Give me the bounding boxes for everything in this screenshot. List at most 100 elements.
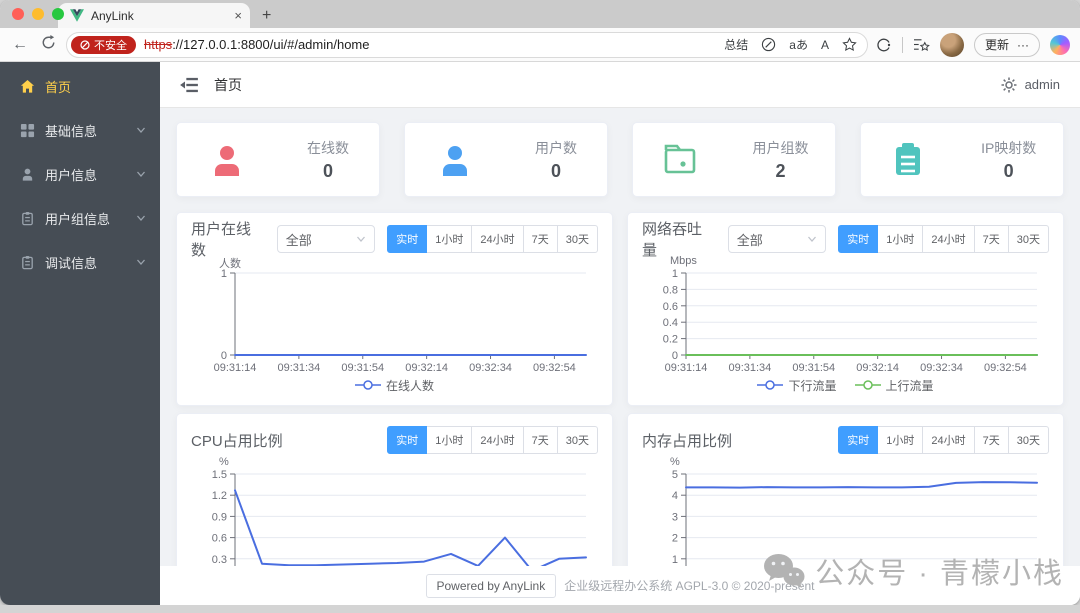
y-axis-unit: %	[219, 456, 229, 468]
time-range-group: 实时 1小时 24小时 7天 30天	[387, 225, 598, 253]
range-7d-button[interactable]: 7天	[522, 225, 558, 253]
chevron-down-icon	[137, 127, 145, 133]
sidebar-item-debug-info[interactable]: 调试信息	[0, 240, 160, 284]
network-throughput-chart: 1 0.8 0.6 0.4 0.2 009:31:14 09:31:34 09:31:54 09…	[663, 269, 1038, 374]
stat-label: IP映射数	[981, 139, 1037, 156]
range-7d-button[interactable]: 7天	[973, 426, 1009, 454]
zoom-window-button[interactable]	[52, 8, 64, 20]
stat-value: 0	[550, 160, 561, 181]
browser-essentials-icon[interactable]	[876, 37, 892, 53]
range-24h-button[interactable]: 24小时	[922, 225, 975, 253]
legend-item[interactable]: 下行流量	[757, 377, 837, 394]
stat-card-users: 用户数 0	[404, 122, 608, 197]
svg-text:09:32:54: 09:32:54	[984, 362, 1027, 374]
range-realtime-button[interactable]: 实时	[838, 225, 879, 253]
range-realtime-button[interactable]: 实时	[387, 426, 428, 454]
range-realtime-button[interactable]: 实时	[838, 426, 879, 454]
tab-title: AnyLink	[91, 8, 134, 23]
svg-text:1: 1	[221, 269, 227, 280]
summarize-button[interactable]: 总结	[724, 36, 748, 53]
svg-text:09:32:34: 09:32:34	[920, 362, 963, 374]
read-aloud-icon[interactable]: A	[821, 38, 829, 52]
close-tab-icon[interactable]: ×	[234, 8, 242, 23]
svg-text:0.6: 0.6	[212, 533, 227, 545]
main-area: 首页 admin 在线数 0 用户数 0 用户组数 2 IP映射数 0 用户在线…	[160, 62, 1080, 605]
range-24h-button[interactable]: 24小时	[471, 426, 524, 454]
sidebar-item-user-info[interactable]: 用户信息	[0, 152, 160, 196]
chevron-down-icon	[808, 236, 817, 242]
address-bar[interactable]: 不安全 https://127.0.0.1:8800/ui/#/admin/ho…	[66, 31, 868, 58]
range-30d-button[interactable]: 30天	[1007, 225, 1049, 253]
svg-text:1: 1	[672, 269, 678, 280]
browser-tab-anylink[interactable]: AnyLink ×	[58, 3, 250, 28]
refresh-icon[interactable]	[38, 34, 58, 55]
range-30d-button[interactable]: 30天	[556, 225, 598, 253]
favorites-bar-icon[interactable]	[913, 37, 930, 52]
range-30d-button[interactable]: 30天	[1007, 426, 1049, 454]
chevron-down-icon	[137, 215, 145, 221]
range-24h-button[interactable]: 24小时	[922, 426, 975, 454]
favorite-star-icon[interactable]	[842, 37, 857, 52]
more-menu-icon[interactable]: ···	[1017, 38, 1029, 52]
update-button[interactable]: 更新 ···	[973, 32, 1040, 57]
username[interactable]: admin	[1025, 77, 1060, 92]
y-axis-unit: Mbps	[670, 255, 697, 267]
chevron-down-icon	[137, 171, 145, 177]
security-badge[interactable]: 不安全	[71, 35, 136, 54]
grid-icon	[20, 123, 35, 137]
minimize-window-button[interactable]	[32, 8, 44, 20]
svg-text:09:32:14: 09:32:14	[405, 362, 448, 374]
copilot-icon[interactable]	[1050, 34, 1070, 55]
url-rest: ://127.0.0.1:8800/ui/#/admin/home	[172, 37, 370, 52]
svg-text:0.8: 0.8	[663, 284, 678, 296]
home-icon	[20, 79, 35, 93]
range-7d-button[interactable]: 7天	[973, 225, 1009, 253]
new-tab-button[interactable]: +	[262, 7, 271, 25]
svg-text:0: 0	[221, 350, 227, 362]
gear-icon[interactable]	[1001, 77, 1017, 93]
browser-window: AnyLink × + ← 不安全 https://127.0.0.1:8800…	[0, 0, 1080, 605]
sidebar-item-user-group-info[interactable]: 用户组信息	[0, 196, 160, 240]
toolbar-separator	[901, 36, 903, 53]
range-1h-button[interactable]: 1小时	[426, 225, 473, 253]
online-user-icon	[215, 145, 239, 176]
profile-avatar[interactable]	[939, 32, 964, 57]
legend-item[interactable]: 在线人数	[354, 377, 434, 394]
collapse-menu-icon[interactable]	[180, 77, 198, 93]
stat-label: 用户组数	[752, 139, 809, 156]
chevron-down-icon	[357, 236, 366, 242]
filter-select[interactable]: 全部	[276, 225, 376, 253]
filter-select[interactable]: 全部	[727, 225, 827, 253]
svg-text:3: 3	[672, 511, 678, 523]
clipboard-icon	[22, 255, 33, 269]
panel-title: 网络吞吐量	[642, 221, 703, 259]
range-7d-button[interactable]: 7天	[522, 426, 558, 454]
close-window-button[interactable]	[12, 8, 24, 20]
svg-text:1.5: 1.5	[212, 470, 227, 481]
y-axis-unit: %	[670, 456, 680, 468]
sidebar-item-basic-info[interactable]: 基础信息	[0, 108, 160, 152]
svg-text:09:31:34: 09:31:34	[728, 362, 771, 374]
sidebar-item-home[interactable]: 首页	[0, 64, 160, 108]
range-1h-button[interactable]: 1小时	[877, 225, 924, 253]
online-users-chart: 1 009:31:14 09:31:34 09:31:54 09:32:14 09:32:…	[214, 269, 587, 374]
svg-text:4: 4	[672, 490, 678, 502]
stat-value: 0	[322, 160, 333, 181]
range-24h-button[interactable]: 24小时	[471, 225, 524, 253]
watermark: 公众号 · 青檬小栈	[763, 550, 1064, 592]
panel-title: 内存占用比例	[642, 432, 733, 450]
svg-text:09:32:34: 09:32:34	[469, 362, 512, 374]
range-1h-button[interactable]: 1小时	[426, 426, 473, 454]
url-scheme: https	[144, 37, 173, 52]
wechat-icon	[764, 554, 805, 588]
back-icon[interactable]: ←	[10, 36, 30, 54]
range-1h-button[interactable]: 1小时	[877, 426, 924, 454]
translate-icon[interactable]: aあ	[789, 36, 808, 53]
url-text[interactable]: https://127.0.0.1:8800/ui/#/admin/home	[144, 37, 716, 52]
range-30d-button[interactable]: 30天	[556, 426, 598, 454]
legend-item[interactable]: 上行流量	[854, 377, 934, 394]
summarize-pen-icon[interactable]	[761, 37, 776, 52]
range-realtime-button[interactable]: 实时	[387, 225, 428, 253]
screenshot-stage: AnyLink × + ← 不安全 https://127.0.0.1:8800…	[0, 0, 1080, 613]
svg-text:1.2: 1.2	[212, 490, 227, 502]
